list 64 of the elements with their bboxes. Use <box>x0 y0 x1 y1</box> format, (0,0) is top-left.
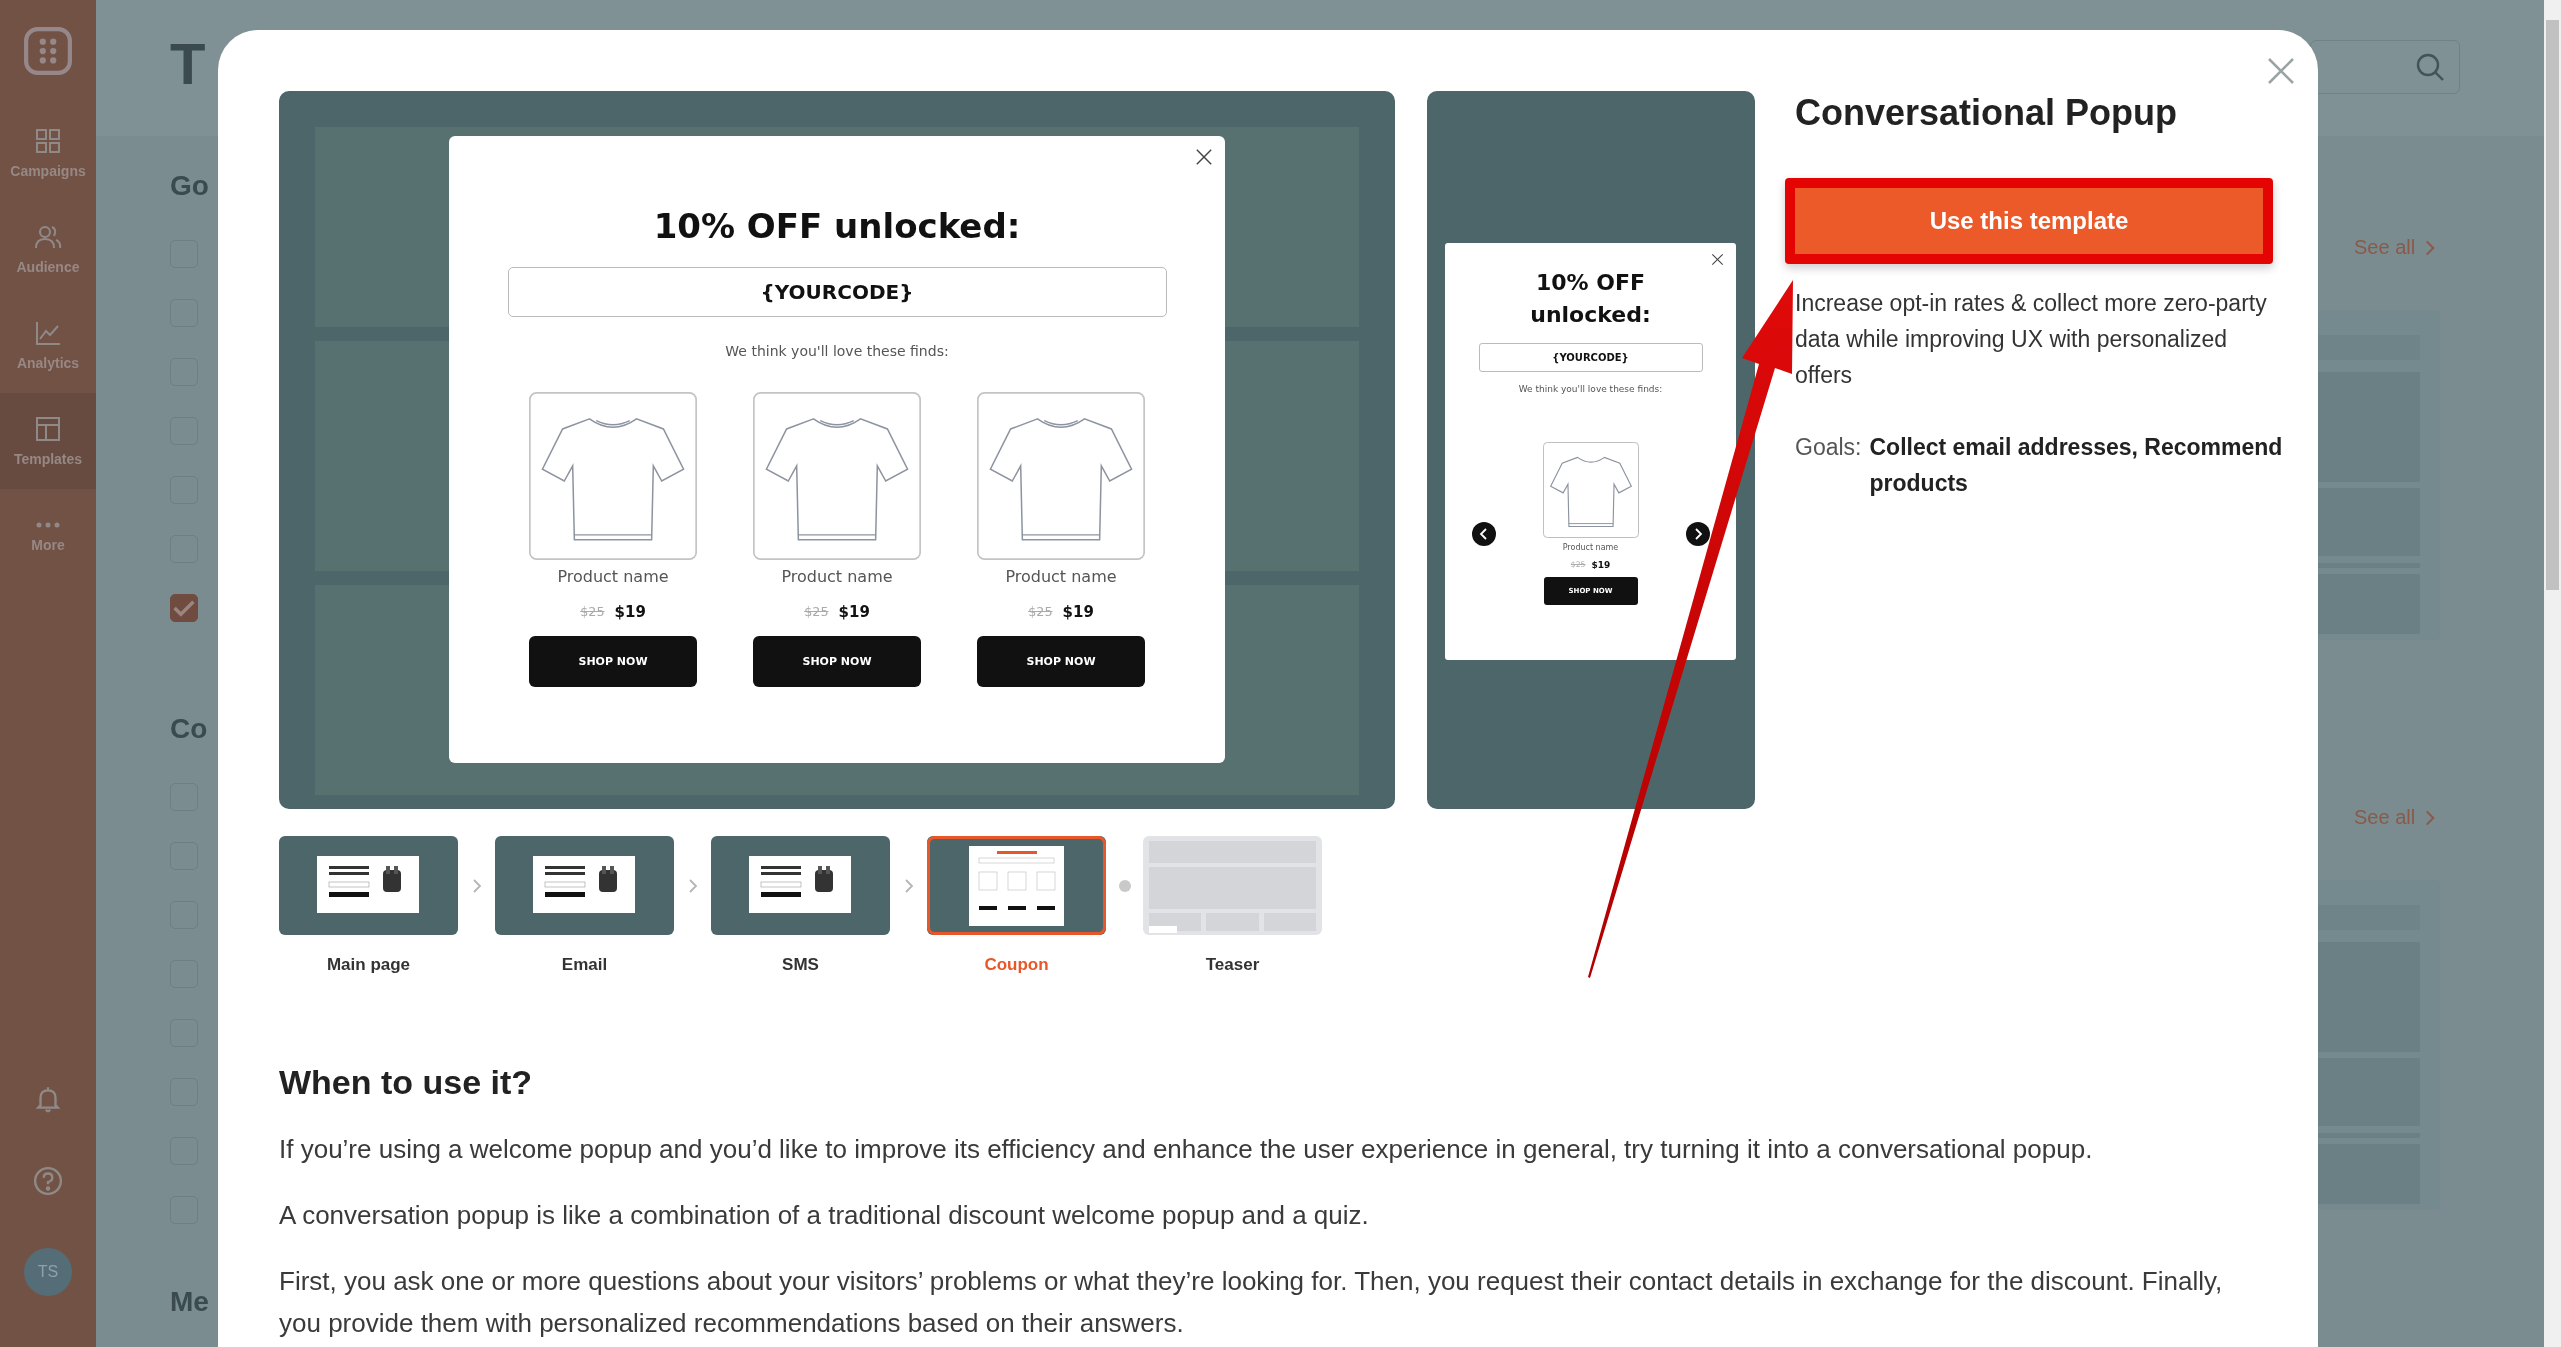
shop-now-button[interactable]: SHOP NOW <box>529 636 697 687</box>
dot-icon <box>1118 879 1131 892</box>
step-label[interactable]: Main page <box>326 955 411 975</box>
search-icon <box>2415 52 2445 82</box>
paragraph: A conversation popup is like a combination of a traditional discount welcome popup and a quiz. <box>279 1199 1370 1232</box>
step-label[interactable]: Teaser <box>1205 955 1260 975</box>
chevron-icon <box>687 877 698 894</box>
template-title: Conversational Popup <box>1795 91 2179 135</box>
product-price: $19 <box>1591 560 1611 570</box>
goals-value: Collect email addresses, Recommend products <box>1869 433 2284 498</box>
help-icon[interactable] <box>33 1166 63 1196</box>
section-heading: Go <box>170 170 210 202</box>
popup-title: 10% OFF unlocked: <box>653 205 1021 248</box>
product-price: $19 <box>614 602 646 622</box>
old-price: $25 <box>1028 603 1053 621</box>
chevron-icon <box>471 877 482 894</box>
people-icon <box>34 223 62 251</box>
popup-subtitle: We think you'll love these finds: <box>1518 384 1663 394</box>
product-price: $19 <box>1062 602 1094 622</box>
product-price: $19 <box>838 602 870 622</box>
dots-icon <box>34 521 62 529</box>
coupon-code-field[interactable]: {YOURCODE} <box>507 267 1167 317</box>
coupon-code-field[interactable]: {YOURCODE} <box>1478 343 1703 372</box>
product-name: Product name <box>1005 566 1117 588</box>
template-description: Increase opt-in rates & collect more zero-party data while improving UX with personalized offers <box>1795 289 2268 390</box>
product-name: Product name <box>557 566 669 588</box>
logo-icon[interactable] <box>23 26 73 76</box>
paragraph: First, you ask one or more questions about your visitors’ problems or what they’re looking for. Then, you request their contact details in exchange for the discount. Finally, you provide them with personalized recommendations based on their answers. <box>279 1265 2224 1340</box>
old-price: $25 <box>580 603 605 621</box>
scrollbar[interactable] <box>2544 0 2561 1347</box>
old-price: $25 <box>804 603 829 621</box>
scrollbar-thumb[interactable] <box>2546 20 2559 590</box>
step-label[interactable]: Email <box>561 955 608 975</box>
popup-subtitle: We think you'll love these finds: <box>725 342 949 361</box>
step-thumbnail[interactable] <box>1143 836 1322 935</box>
goals-label: Goals: <box>1795 433 1862 462</box>
page-title: T <box>170 30 207 98</box>
shop-now-button[interactable]: SHOP NOW <box>977 636 1145 687</box>
next-button[interactable] <box>1685 521 1710 546</box>
bell-icon[interactable] <box>33 1084 63 1114</box>
chart-icon <box>34 319 62 347</box>
filter-checkbox[interactable] <box>170 594 198 622</box>
popup-title: 10% OFF unlocked: <box>1529 269 1652 329</box>
chevron-icon <box>2425 808 2436 827</box>
product-name: Product name <box>1562 543 1619 552</box>
layout-icon <box>34 415 62 443</box>
paragraph: If you’re using a welcome popup and you’d like to improve its efficiency and enhance the user experience in general, try turning it into a conversational popup. <box>279 1133 2094 1166</box>
step-thumbnail[interactable] <box>495 836 674 935</box>
chevron-icon <box>2425 238 2436 257</box>
product-name: Product name <box>781 566 893 588</box>
chevron-icon <box>903 877 914 894</box>
step-thumbnail[interactable] <box>279 836 458 935</box>
section-heading: Me <box>170 1286 210 1318</box>
previous-button[interactable] <box>1471 521 1496 546</box>
close-icon[interactable] <box>1195 148 1213 166</box>
grid-icon <box>34 127 62 155</box>
step-thumbnail[interactable] <box>711 836 890 935</box>
step-label[interactable]: Coupon <box>984 955 1049 975</box>
step-label[interactable]: SMS <box>782 955 819 975</box>
shop-now-button[interactable]: SHOP NOW <box>753 636 921 687</box>
section-heading: Co <box>170 713 209 745</box>
close-icon[interactable] <box>1711 253 1724 266</box>
step-thumbnail[interactable] <box>927 836 1106 935</box>
section-heading: When to use it? <box>279 1062 534 1103</box>
